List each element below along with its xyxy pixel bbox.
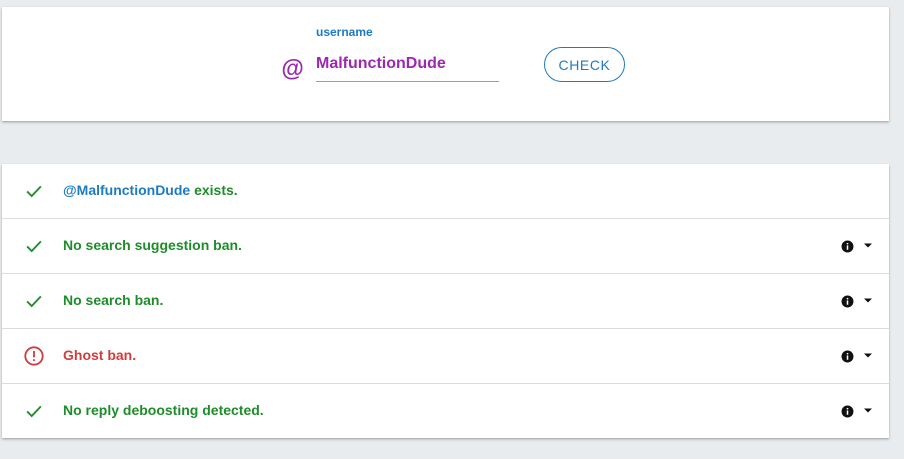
- check-icon: [26, 240, 42, 253]
- result-row-search-suggestion-ban: No search suggestion ban.: [2, 219, 889, 274]
- check-icon: [26, 185, 42, 198]
- alert-circle-icon: [24, 346, 44, 366]
- info-icon: [841, 240, 854, 253]
- check-button[interactable]: CHECK: [544, 47, 625, 82]
- result-row-exists: @MalfunctionDude exists.: [2, 164, 889, 219]
- info-icon: [841, 350, 854, 363]
- caret-down-icon: [864, 243, 872, 248]
- result-text: No reply deboosting detected.: [63, 402, 264, 418]
- info-toggle[interactable]: [841, 348, 875, 364]
- result-row-ghost-ban: Ghost ban.: [2, 329, 889, 384]
- info-icon: [841, 405, 854, 418]
- caret-down-icon: [864, 298, 872, 303]
- check-icon: [26, 405, 42, 418]
- username-input[interactable]: [316, 47, 499, 82]
- result-text: No search ban.: [63, 292, 164, 308]
- username-field: username: [316, 25, 499, 83]
- at-sign-icon: @: [281, 55, 304, 81]
- info-toggle[interactable]: [841, 403, 875, 419]
- result-row-reply-deboosting: No reply deboosting detected.: [2, 384, 889, 438]
- info-icon: [841, 295, 854, 308]
- results-card: @MalfunctionDude exists. No search sugge…: [2, 164, 889, 438]
- info-toggle[interactable]: [841, 293, 875, 309]
- username-link[interactable]: @MalfunctionDude: [63, 182, 190, 198]
- caret-down-icon: [864, 408, 872, 413]
- username-label: username: [316, 25, 373, 39]
- caret-down-icon: [864, 353, 872, 358]
- result-row-search-ban: No search ban.: [2, 274, 889, 329]
- info-toggle[interactable]: [841, 238, 875, 254]
- result-text: @MalfunctionDude exists.: [63, 182, 238, 198]
- search-card: @ username CHECK: [2, 7, 889, 121]
- check-icon: [26, 295, 42, 308]
- exists-text: exists.: [190, 182, 238, 198]
- result-text: Ghost ban.: [63, 347, 137, 363]
- result-text: No search suggestion ban.: [63, 237, 242, 253]
